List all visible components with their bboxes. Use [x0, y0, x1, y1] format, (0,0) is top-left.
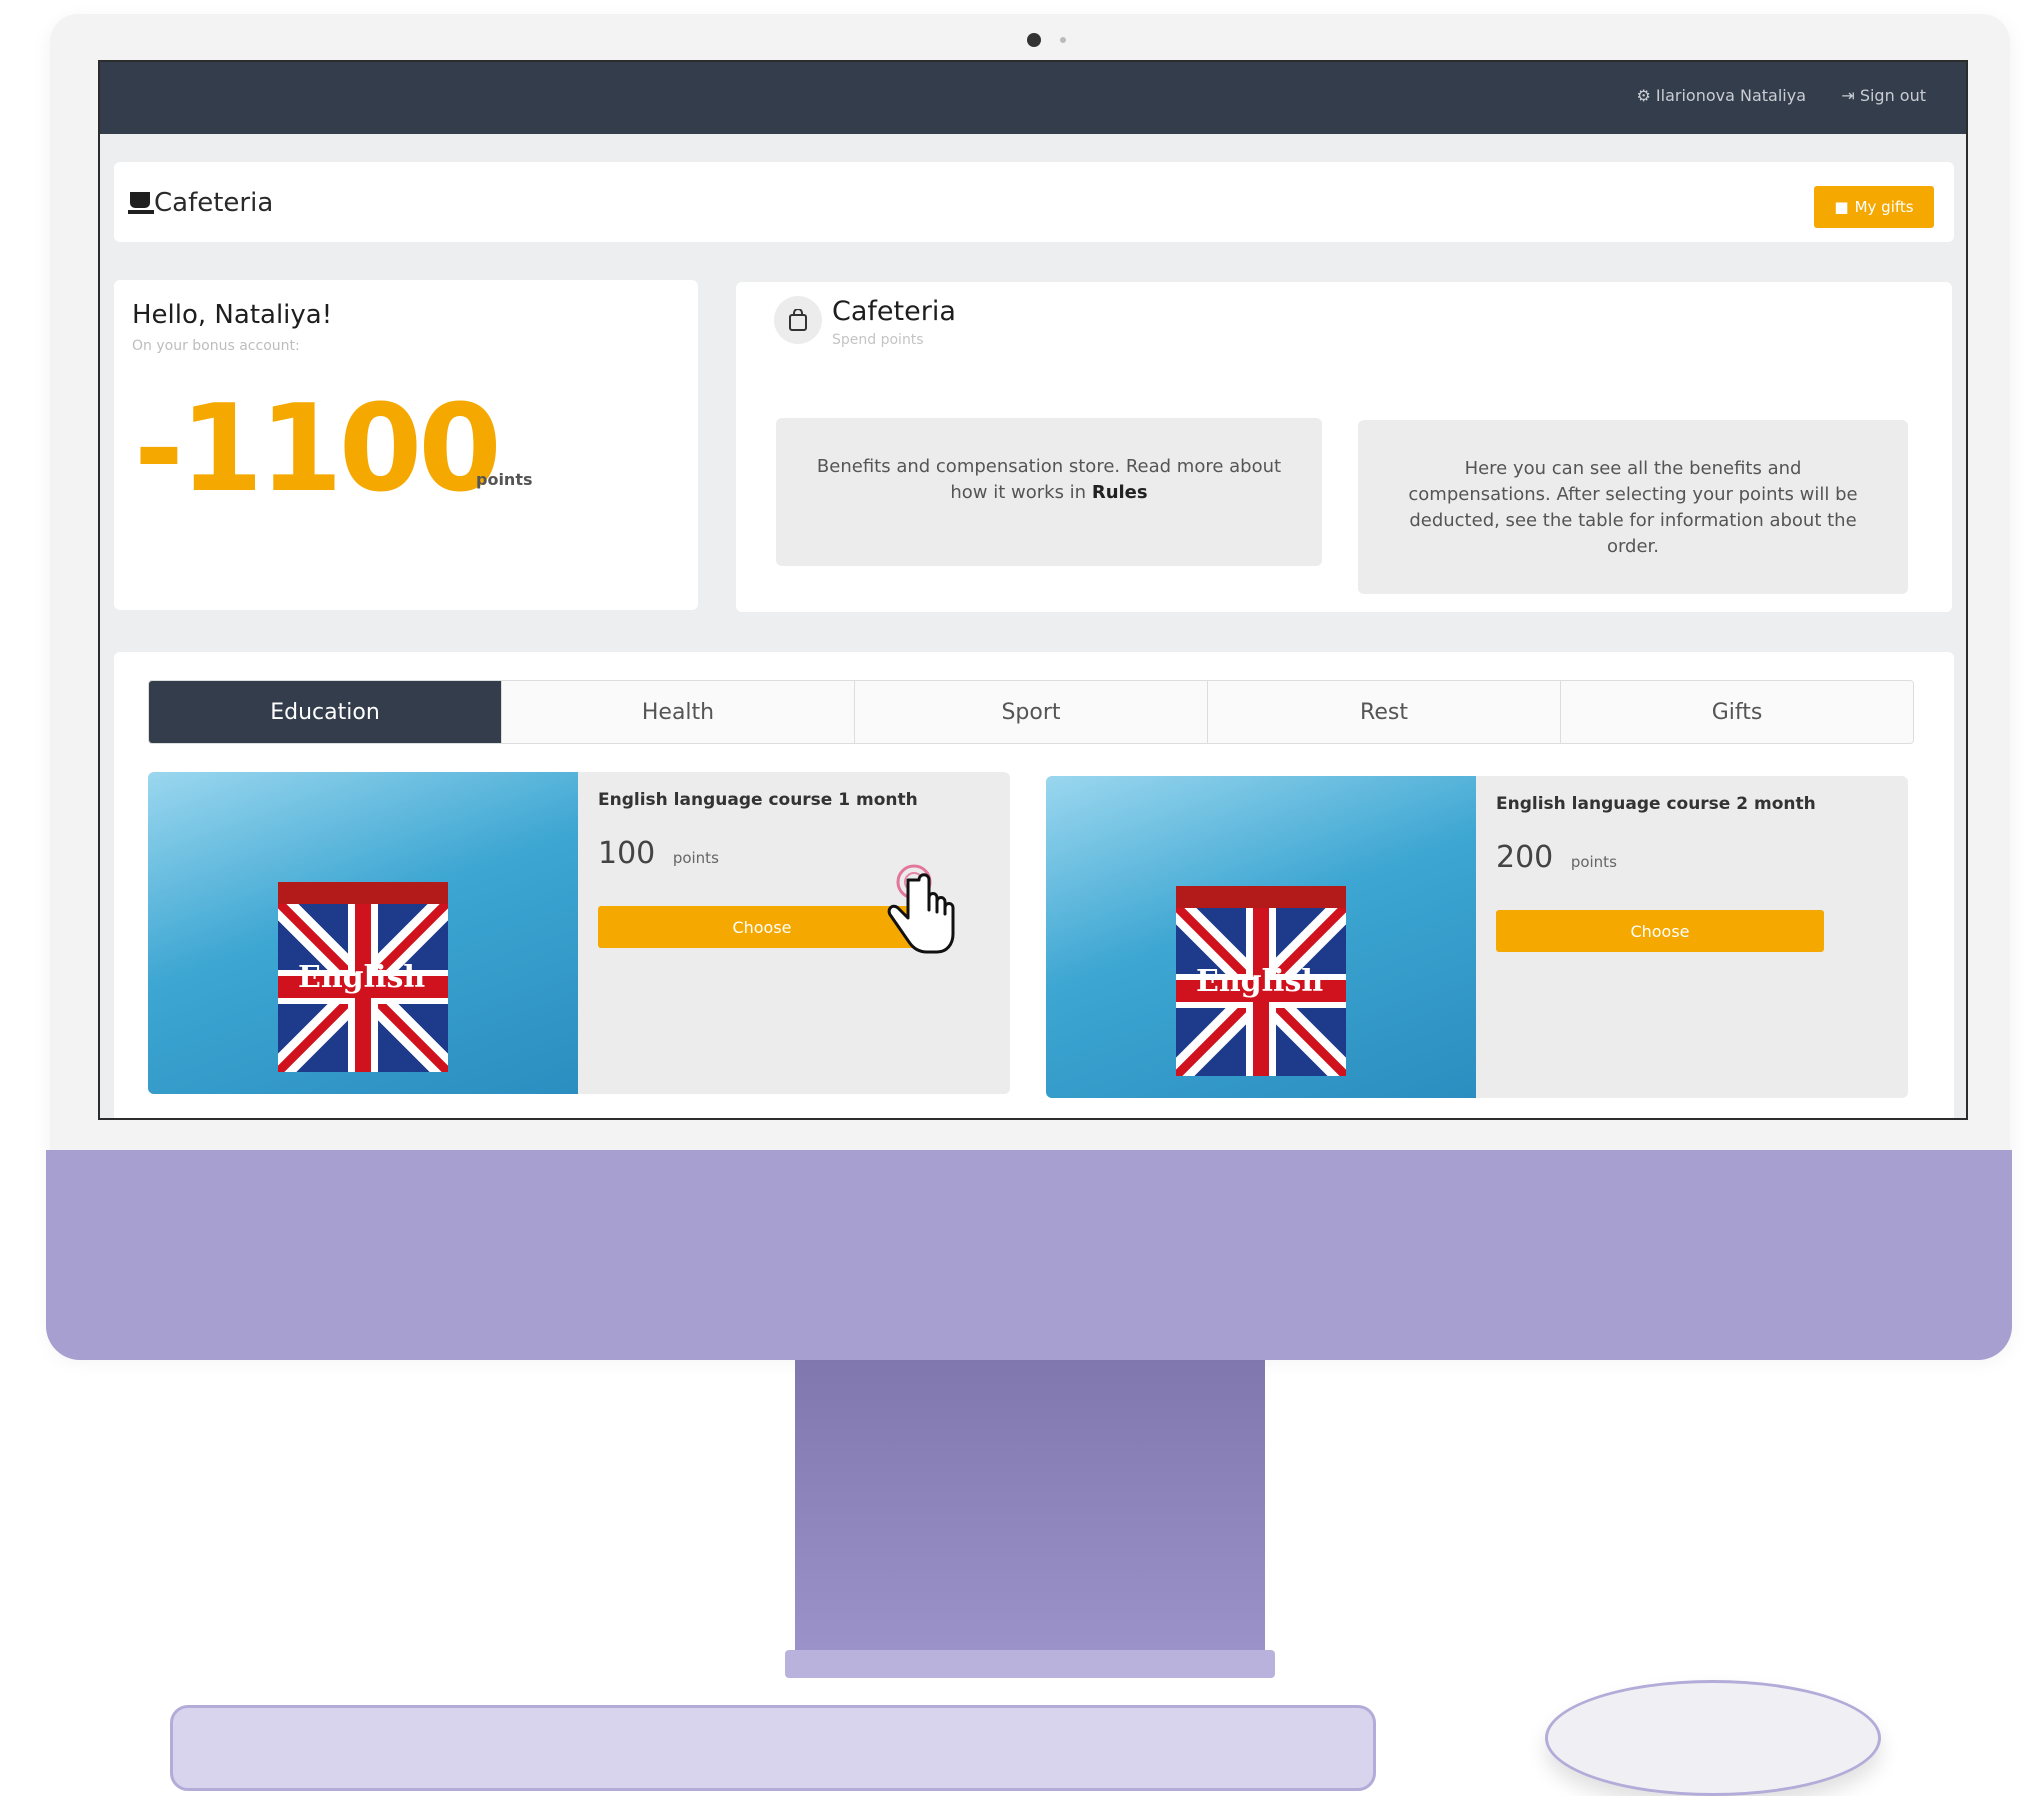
mouse — [1545, 1680, 1881, 1796]
screen: ⚙ Ilarionova Nataliya ⇥ Sign out Cafeter… — [98, 60, 1968, 1120]
sign-out-link[interactable]: ⇥ Sign out — [1841, 86, 1926, 105]
tab-rest[interactable]: Rest — [1208, 681, 1561, 743]
cafeteria-subtitle: Spend points — [832, 332, 924, 348]
product-price-unit: points — [1570, 853, 1617, 871]
gear-icon: ⚙ — [1636, 86, 1651, 105]
product-name: English language course 1 month — [598, 790, 918, 810]
tab-sport[interactable]: Sport — [855, 681, 1208, 743]
imac-chin — [46, 1150, 2012, 1360]
tab-health[interactable]: Health — [502, 681, 855, 743]
top-navbar: ⚙ Ilarionova Nataliya ⇥ Sign out — [100, 62, 1966, 134]
info-box-benefits: Here you can see all the benefits and co… — [1358, 420, 1908, 594]
product-price: 100 points — [598, 836, 719, 871]
tab-gifts[interactable]: Gifts — [1561, 681, 1913, 743]
info-box-store: Benefits and compensation store. Read mo… — [776, 418, 1322, 566]
page-header: Cafeteria ■ My gifts — [114, 162, 1954, 242]
product-image: English — [1046, 776, 1476, 1098]
user-name: Ilarionova Nataliya — [1655, 86, 1806, 105]
my-gifts-button[interactable]: ■ My gifts — [1814, 186, 1934, 228]
bonus-card: Hello, Nataliya! On your bonus account: … — [114, 280, 698, 610]
imac-stand — [795, 1360, 1265, 1650]
cafeteria-info-card: Cafeteria Spend points Benefits and comp… — [736, 282, 1952, 612]
rules-link[interactable]: Rules — [1092, 482, 1148, 503]
my-gifts-label: My gifts — [1854, 198, 1914, 216]
sensor-dot — [1060, 37, 1066, 43]
hand-pointer-icon — [887, 864, 955, 954]
product-price-value: 100 — [598, 836, 656, 871]
imac-stand-foot — [785, 1650, 1275, 1678]
info-box-store-text: Benefits and compensation store. Read mo… — [816, 456, 1282, 504]
sign-out-icon: ⇥ — [1841, 86, 1855, 105]
page-title: Cafeteria — [154, 188, 274, 218]
product-card: English English language course 2 month … — [1046, 776, 1908, 1098]
product-price-value: 200 — [1496, 840, 1554, 875]
product-image: English — [148, 772, 578, 1094]
greeting-subtitle: On your bonus account: — [132, 338, 300, 354]
tab-education[interactable]: Education — [149, 681, 502, 743]
points-label: points — [476, 470, 533, 489]
points-balance: -1100 — [134, 380, 502, 519]
english-label: English — [1196, 964, 1324, 999]
keyboard — [170, 1705, 1376, 1791]
gift-icon: ■ — [1834, 198, 1849, 216]
choose-button[interactable]: Choose — [598, 906, 926, 948]
english-label: English — [298, 960, 426, 995]
category-tabs: Education Health Sport Rest Gifts — [148, 680, 1914, 744]
sign-out-label: Sign out — [1859, 86, 1926, 105]
camera-icon — [1027, 33, 1041, 47]
catalog-card: Education Health Sport Rest Gifts Englis… — [114, 652, 1954, 1118]
product-price-unit: points — [672, 849, 719, 867]
user-menu[interactable]: ⚙ Ilarionova Nataliya — [1636, 86, 1806, 105]
product-name: English language course 2 month — [1496, 794, 1816, 814]
cup-icon — [130, 192, 150, 208]
greeting-title: Hello, Nataliya! — [132, 300, 333, 330]
choose-button[interactable]: Choose — [1496, 910, 1824, 952]
product-price: 200 points — [1496, 840, 1617, 875]
cafeteria-title: Cafeteria — [832, 296, 956, 327]
shopping-bag-icon — [774, 296, 822, 344]
cup-saucer — [128, 210, 154, 214]
